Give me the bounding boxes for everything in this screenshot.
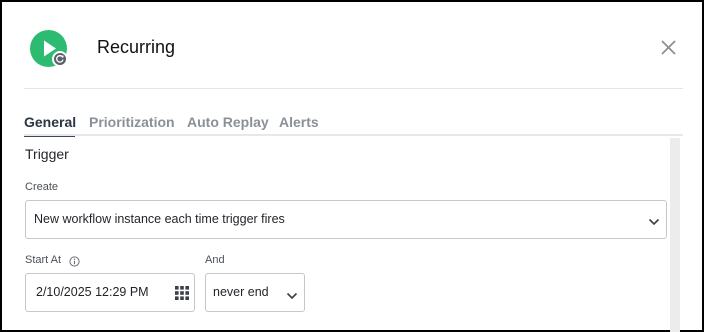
chevron-down-icon xyxy=(648,215,660,229)
dialog-title: Recurring xyxy=(97,37,176,57)
tab-general[interactable]: General xyxy=(24,110,76,134)
create-label: Create xyxy=(25,181,59,193)
create-select-value: New workflow instance each time trigger … xyxy=(34,212,285,226)
start-at-label: Start At xyxy=(25,254,62,266)
dialog-header: Recurring xyxy=(2,2,702,90)
end-condition-value: never end xyxy=(213,285,269,299)
recurring-dialog: Recurring General Prioritization Auto Re… xyxy=(0,0,704,332)
close-icon[interactable] xyxy=(658,37,678,57)
app-icon xyxy=(30,30,68,68)
header-divider xyxy=(24,88,683,89)
chevron-down-icon xyxy=(286,289,298,303)
tab-alerts[interactable]: Alerts xyxy=(279,110,319,134)
start-at-input[interactable]: 2/10/2025 12:29 PM xyxy=(25,273,195,312)
calendar-icon[interactable] xyxy=(175,286,189,303)
create-select[interactable]: New workflow instance each time trigger … xyxy=(25,200,667,239)
tab-auto-replay[interactable]: Auto Replay xyxy=(187,110,269,134)
start-at-value: 2/10/2025 12:29 PM xyxy=(36,285,149,299)
tab-bar: General Prioritization Auto Replay Alert… xyxy=(24,110,683,137)
info-icon[interactable] xyxy=(69,254,80,267)
and-label: And xyxy=(205,254,225,266)
tabs-divider xyxy=(24,134,683,136)
section-title-trigger: Trigger xyxy=(25,146,69,162)
end-condition-select[interactable]: never end xyxy=(205,273,305,312)
tab-prioritization[interactable]: Prioritization xyxy=(89,110,175,134)
scrollbar[interactable] xyxy=(670,138,680,332)
repeat-icon xyxy=(52,51,68,67)
